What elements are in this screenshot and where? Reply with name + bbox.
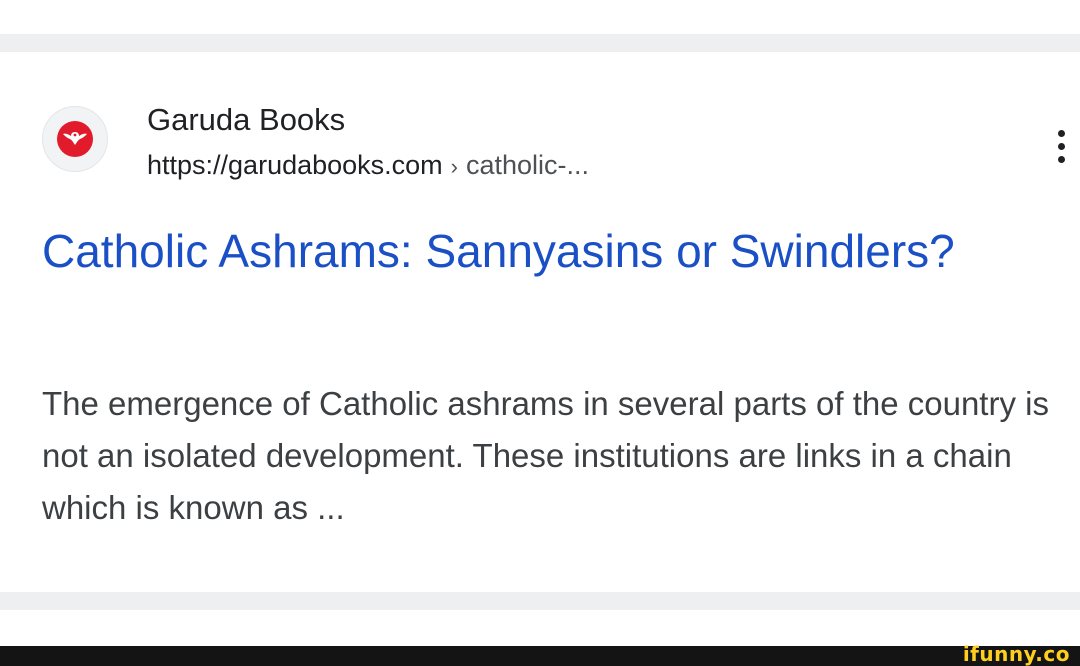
url-path: catholic-... (466, 150, 590, 180)
top-strip (0, 0, 1080, 34)
site-url[interactable]: https://garudabooks.com › catholic-... (147, 146, 589, 186)
ifunny-watermark: ifunny.co (962, 642, 1070, 666)
garuda-logo-icon (57, 121, 93, 157)
more-vert-icon (1057, 129, 1065, 137)
breadcrumb-separator: › (450, 154, 458, 179)
watermark-bar (0, 646, 1080, 666)
section-divider-bottom (0, 592, 1080, 610)
url-host: https://garudabooks.com (147, 150, 443, 180)
site-favicon[interactable] (42, 106, 108, 172)
more-options-button[interactable] (1046, 124, 1076, 168)
result-title-link[interactable]: Catholic Ashrams: Sannyasins or Swindler… (42, 222, 1042, 280)
site-name[interactable]: Garuda Books (147, 100, 345, 140)
result-snippet: The emergence of Catholic ashrams in sev… (42, 385, 1049, 526)
bottom-strip (0, 610, 1080, 646)
section-divider-top (0, 34, 1080, 52)
more-vert-icon-dot (1057, 155, 1065, 163)
more-vert-icon-dot (1057, 142, 1065, 150)
